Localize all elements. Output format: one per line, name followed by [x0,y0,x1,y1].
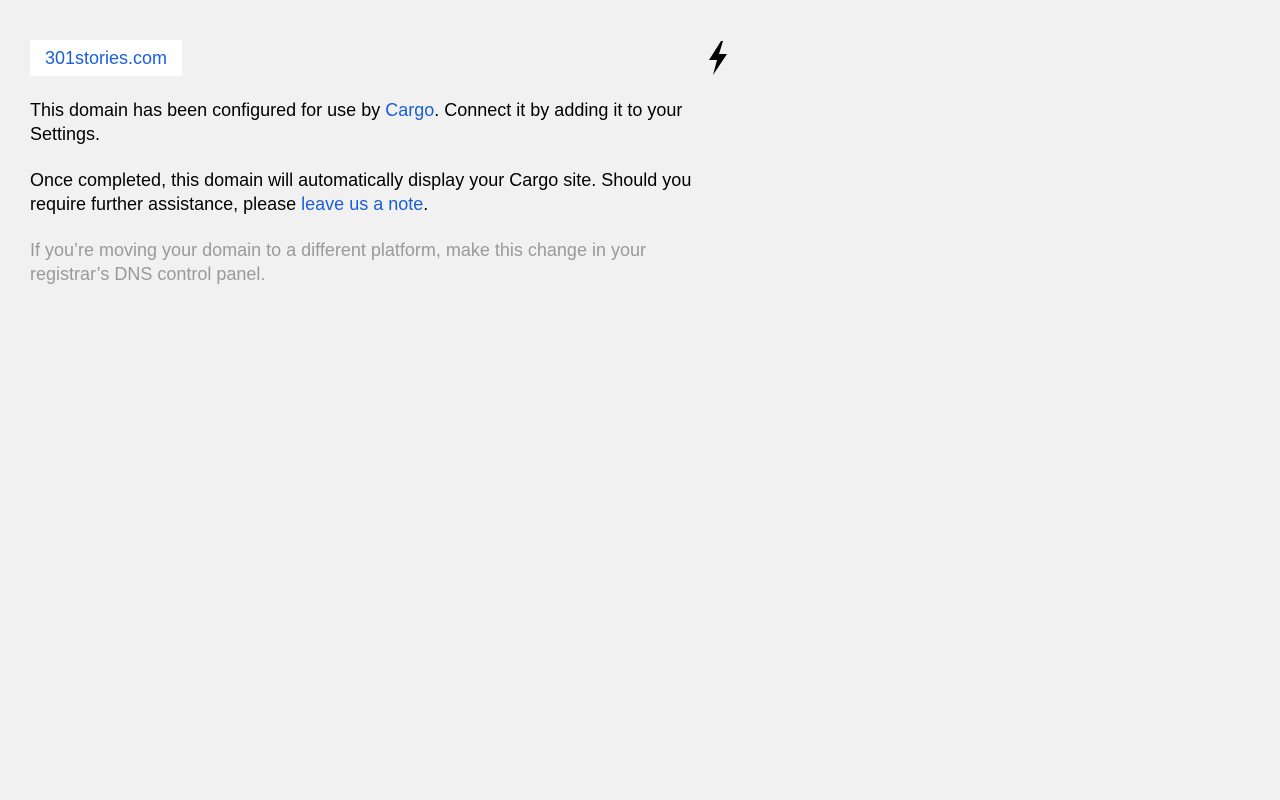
lightning-bolt-icon [705,40,731,76]
assistance-text-end: . [423,193,429,214]
domain-link[interactable]: 301stories.com [30,40,183,76]
header: 301stories.com [30,40,732,76]
configured-text-start: This domain has been configured for use … [30,100,386,120]
assistance-message: Once completed, this domain will automat… [30,169,730,216]
message-content: This domain has been configured for use … [30,99,730,309]
page: 301stories.com This domain has been conf… [0,0,1280,800]
dns-note: If you’re moving your domain to a differ… [30,240,646,284]
configured-message: This domain has been configured for use … [30,99,730,146]
cargo-link[interactable]: Cargo [385,100,434,120]
leave-note-link[interactable]: leave us a note [301,194,423,214]
